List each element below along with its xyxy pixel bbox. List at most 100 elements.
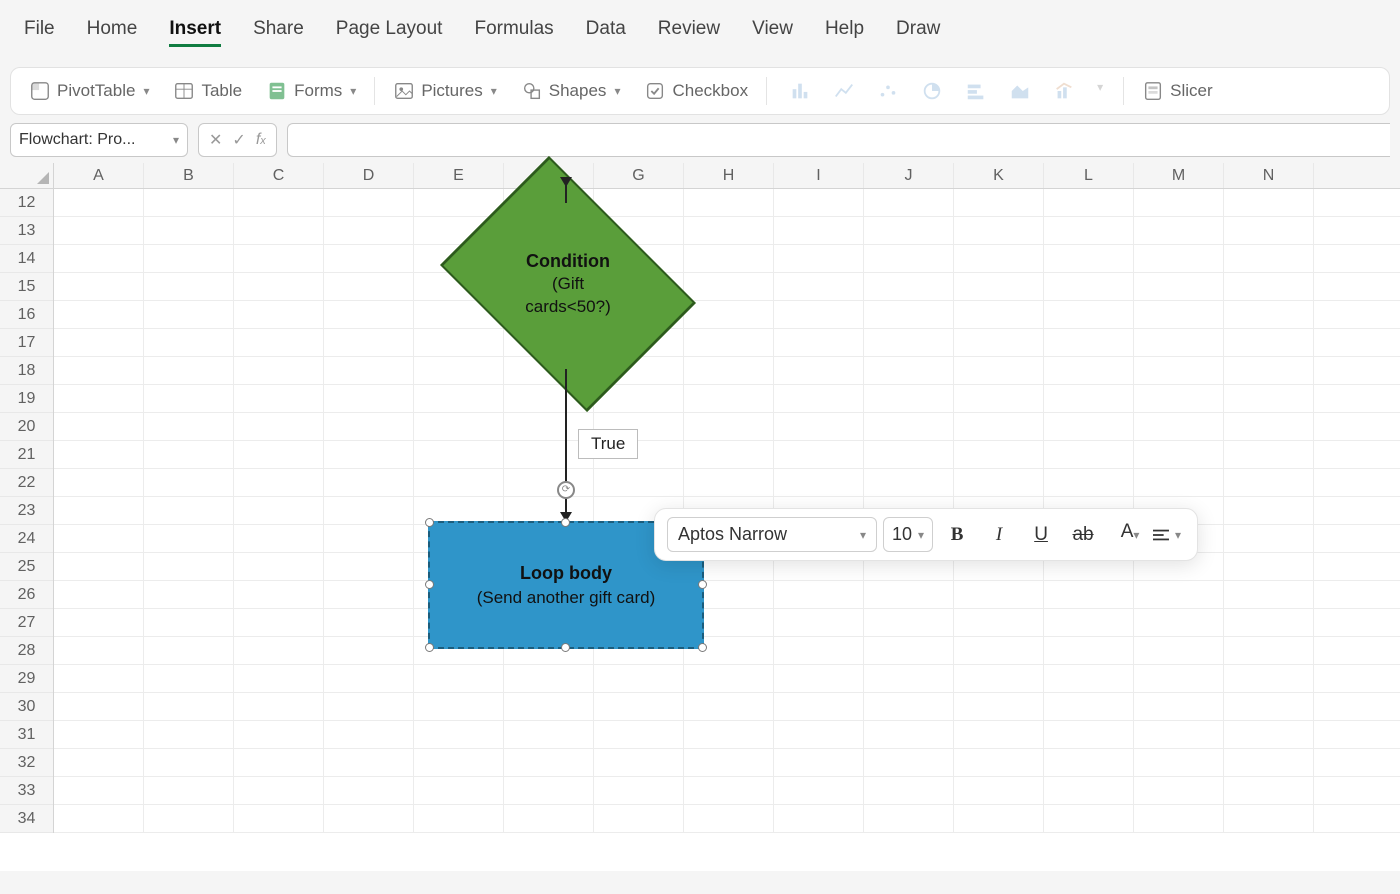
column-header[interactable]: K xyxy=(954,163,1044,188)
cell[interactable] xyxy=(234,805,324,832)
cell[interactable] xyxy=(684,301,774,328)
cell[interactable] xyxy=(1134,441,1224,468)
cell[interactable] xyxy=(504,749,594,776)
menu-page-layout[interactable]: Page Layout xyxy=(336,18,443,47)
cell[interactable] xyxy=(1044,665,1134,692)
checkbox-button[interactable]: Checkbox xyxy=(636,76,756,106)
row-header[interactable]: 25 xyxy=(0,553,53,581)
cell[interactable] xyxy=(504,805,594,832)
cell[interactable] xyxy=(1224,497,1314,524)
resize-handle[interactable] xyxy=(698,580,707,589)
cell[interactable] xyxy=(594,441,684,468)
cell[interactable] xyxy=(864,469,954,496)
cell[interactable] xyxy=(774,805,864,832)
cell[interactable] xyxy=(144,469,234,496)
column-header[interactable]: B xyxy=(144,163,234,188)
cell[interactable] xyxy=(594,693,684,720)
cell[interactable] xyxy=(324,805,414,832)
cell[interactable] xyxy=(774,609,864,636)
cell[interactable] xyxy=(954,609,1044,636)
cell[interactable] xyxy=(684,357,774,384)
cell[interactable] xyxy=(414,385,504,412)
formula-bar[interactable] xyxy=(287,123,1390,157)
column-header[interactable]: I xyxy=(774,163,864,188)
cell[interactable] xyxy=(1044,609,1134,636)
cell[interactable] xyxy=(144,553,234,580)
cell[interactable] xyxy=(594,413,684,440)
cell[interactable] xyxy=(144,413,234,440)
cell[interactable] xyxy=(774,245,864,272)
cell[interactable] xyxy=(684,329,774,356)
cell[interactable] xyxy=(594,721,684,748)
pictures-button[interactable]: Pictures ▾ xyxy=(385,76,504,106)
cell[interactable] xyxy=(954,777,1044,804)
menu-share[interactable]: Share xyxy=(253,18,304,47)
cell[interactable] xyxy=(234,553,324,580)
cell[interactable] xyxy=(324,497,414,524)
cell[interactable] xyxy=(1224,441,1314,468)
cell[interactable] xyxy=(684,721,774,748)
cell[interactable] xyxy=(1224,805,1314,832)
cell[interactable] xyxy=(684,693,774,720)
cell[interactable] xyxy=(1044,749,1134,776)
cell[interactable] xyxy=(144,245,234,272)
underline-button[interactable]: U xyxy=(1023,518,1059,552)
cell[interactable] xyxy=(414,665,504,692)
table-button[interactable]: Table xyxy=(165,76,250,106)
cell[interactable] xyxy=(954,581,1044,608)
cell[interactable] xyxy=(324,441,414,468)
cell[interactable] xyxy=(234,525,324,552)
cell[interactable] xyxy=(864,721,954,748)
cell[interactable] xyxy=(1224,581,1314,608)
cell[interactable] xyxy=(54,525,144,552)
cell[interactable] xyxy=(774,217,864,244)
cell[interactable] xyxy=(144,497,234,524)
cell[interactable] xyxy=(504,413,594,440)
cell[interactable] xyxy=(864,413,954,440)
cell[interactable] xyxy=(234,693,324,720)
menu-help[interactable]: Help xyxy=(825,18,864,47)
cell[interactable] xyxy=(774,357,864,384)
cell[interactable] xyxy=(324,721,414,748)
cell[interactable] xyxy=(774,301,864,328)
cell[interactable] xyxy=(324,693,414,720)
cell[interactable] xyxy=(234,189,324,216)
cell[interactable] xyxy=(774,329,864,356)
strikethrough-button[interactable]: ab xyxy=(1065,518,1101,552)
cell[interactable] xyxy=(144,805,234,832)
cell[interactable] xyxy=(1044,301,1134,328)
cell[interactable] xyxy=(864,749,954,776)
cell[interactable] xyxy=(234,609,324,636)
cell[interactable] xyxy=(1224,469,1314,496)
row-header[interactable]: 15 xyxy=(0,273,53,301)
cell[interactable] xyxy=(1134,189,1224,216)
cell[interactable] xyxy=(144,385,234,412)
font-size-picker[interactable]: 10 ▾ xyxy=(883,517,933,552)
cell[interactable] xyxy=(54,441,144,468)
cell[interactable] xyxy=(54,385,144,412)
cell[interactable] xyxy=(504,441,594,468)
cell[interactable] xyxy=(324,189,414,216)
cell[interactable] xyxy=(774,441,864,468)
cell[interactable] xyxy=(414,441,504,468)
resize-handle[interactable] xyxy=(425,580,434,589)
resize-handle[interactable] xyxy=(425,518,434,527)
row-header[interactable]: 16 xyxy=(0,301,53,329)
cell[interactable] xyxy=(54,665,144,692)
cell[interactable] xyxy=(684,413,774,440)
column-header[interactable]: H xyxy=(684,163,774,188)
cell[interactable] xyxy=(414,805,504,832)
cell[interactable] xyxy=(1224,413,1314,440)
column-header[interactable]: G xyxy=(594,163,684,188)
italic-button[interactable]: I xyxy=(981,518,1017,552)
bar-chart-icon[interactable] xyxy=(963,80,989,102)
cell[interactable] xyxy=(1044,385,1134,412)
cell[interactable] xyxy=(594,777,684,804)
cell[interactable] xyxy=(1224,189,1314,216)
cell[interactable] xyxy=(1134,609,1224,636)
cell[interactable] xyxy=(1224,553,1314,580)
cell[interactable] xyxy=(54,805,144,832)
cell[interactable] xyxy=(504,469,594,496)
cell[interactable] xyxy=(54,609,144,636)
cell[interactable] xyxy=(1224,609,1314,636)
